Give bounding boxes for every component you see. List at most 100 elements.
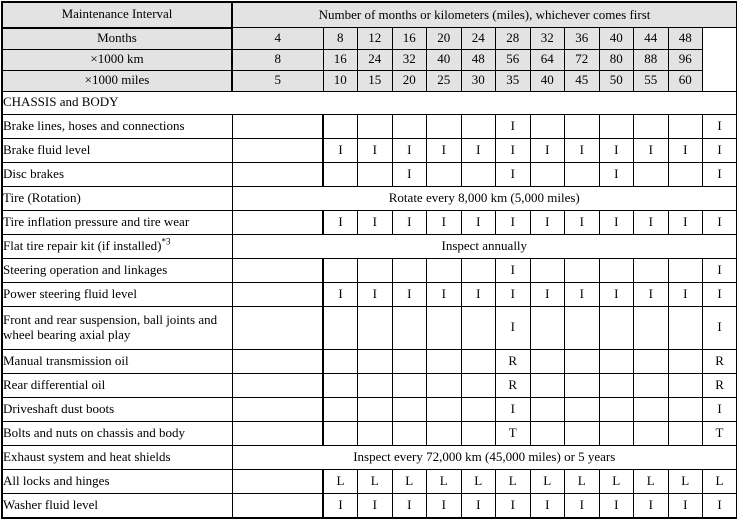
table-row: Bolts and nuts on chassis and bodyTT xyxy=(2,421,737,445)
maintenance-item-label: Bolts and nuts on chassis and body xyxy=(2,421,232,445)
interval-mark-cell xyxy=(461,349,496,373)
interval-mark-cell xyxy=(565,373,600,397)
interval-value: 48 xyxy=(461,49,496,70)
interval-mark-cell: L xyxy=(427,469,462,493)
interval-mark-cell: L xyxy=(323,469,358,493)
interval-mark-cell xyxy=(427,349,462,373)
interval-value: 45 xyxy=(565,70,600,91)
interval-mark-cell xyxy=(358,258,393,282)
item-label-text: Steering operation and linkages xyxy=(3,262,167,277)
maintenance-item-label: Power steering fluid level xyxy=(2,282,232,306)
interval-mark-cell: I xyxy=(599,493,634,518)
interval-mark-cell xyxy=(530,349,565,373)
interval-mark-cell: I xyxy=(530,138,565,162)
table-row: Steering operation and linkagesII xyxy=(2,258,737,282)
interval-mark-cell xyxy=(668,397,703,421)
interval-value: 16 xyxy=(323,49,358,70)
interval-mark-cell xyxy=(461,306,496,349)
interval-value: 15 xyxy=(358,70,393,91)
interval-mark-cell xyxy=(530,373,565,397)
interval-mark-cell xyxy=(392,306,427,349)
interval-value: 32 xyxy=(530,28,565,50)
section-header-row: CHASSIS and BODY xyxy=(2,91,737,114)
interval-value: 24 xyxy=(461,28,496,50)
interval-mark-cell: I xyxy=(323,282,358,306)
interval-mark-cell xyxy=(565,258,600,282)
maintenance-item-label: Tire inflation pressure and tire wear xyxy=(2,210,232,234)
interval-value: 80 xyxy=(599,49,634,70)
interval-mark-cell xyxy=(530,421,565,445)
interval-mark-cell: I xyxy=(323,138,358,162)
interval-mark-cell: I xyxy=(530,282,565,306)
interval-mark-cell: I xyxy=(461,210,496,234)
interval-note: Rotate every 8,000 km (5,000 miles) xyxy=(232,186,737,210)
table-row: Power steering fluid levelIIIIIIIIIIII xyxy=(2,282,737,306)
interval-value: 72 xyxy=(565,49,600,70)
interval-mark-cell: I xyxy=(427,138,462,162)
interval-mark-cell: I xyxy=(565,493,600,518)
interval-mark-cell: I xyxy=(703,258,737,282)
interval-mark-cell xyxy=(358,162,393,186)
interval-mark-cell xyxy=(323,114,358,138)
interval-header-label: Number of months or kilometers (miles), … xyxy=(232,2,737,28)
interval-mark-cell: T xyxy=(703,421,737,445)
interval-mark-cell xyxy=(668,162,703,186)
interval-value: 40 xyxy=(530,70,565,91)
interval-mark-cell xyxy=(358,421,393,445)
maintenance-item-label: Driveshaft dust boots xyxy=(2,397,232,421)
interval-mark-cell xyxy=(565,162,600,186)
unit-spacer-cell xyxy=(232,138,323,162)
interval-value: 8 xyxy=(323,28,358,50)
interval-mark-cell: R xyxy=(703,373,737,397)
interval-value: 25 xyxy=(427,70,462,91)
interval-mark-cell xyxy=(358,373,393,397)
table-row: Driveshaft dust bootsII xyxy=(2,397,737,421)
interval-value: 50 xyxy=(599,70,634,91)
interval-mark-cell: I xyxy=(392,162,427,186)
interval-value: 10 xyxy=(323,70,358,91)
item-label-text: Exhaust system and heat shields xyxy=(3,449,171,464)
section-title: CHASSIS and BODY xyxy=(2,91,737,114)
interval-mark-cell xyxy=(668,114,703,138)
item-label-text: Tire (Rotation) xyxy=(3,190,81,205)
interval-mark-cell xyxy=(530,162,565,186)
interval-mark-cell xyxy=(634,421,669,445)
interval-mark-cell xyxy=(530,397,565,421)
interval-mark-cell: L xyxy=(530,469,565,493)
interval-mark-cell: I xyxy=(634,493,669,518)
interval-value: 96 xyxy=(668,49,703,70)
table-row: Front and rear suspension, ball joints a… xyxy=(2,306,737,349)
maintenance-item-label: Rear differential oil xyxy=(2,373,232,397)
interval-mark-cell xyxy=(358,349,393,373)
item-label-text: All locks and hinges xyxy=(3,473,110,488)
interval-mark-cell xyxy=(358,114,393,138)
unit-spacer-cell xyxy=(232,397,323,421)
interval-value: 5 xyxy=(232,70,323,91)
unit-rows: Months4812162024283236404448×1000 km8162… xyxy=(2,28,737,92)
interval-mark-cell xyxy=(392,421,427,445)
unit-spacer-cell xyxy=(232,349,323,373)
interval-value: 30 xyxy=(461,70,496,91)
interval-mark-cell: I xyxy=(496,397,531,421)
interval-mark-cell xyxy=(599,349,634,373)
unit-spacer-cell xyxy=(232,421,323,445)
maintenance-item-label: Washer fluid level xyxy=(2,493,232,518)
interval-mark-cell xyxy=(565,397,600,421)
maintenance-item-label: All locks and hinges xyxy=(2,469,232,493)
item-label-text: Power steering fluid level xyxy=(3,286,137,301)
unit-label: ×1000 km xyxy=(2,49,232,70)
interval-mark-cell xyxy=(323,162,358,186)
interval-mark-cell: I xyxy=(496,162,531,186)
header-row-1000-km: ×1000 km81624324048566472808896 xyxy=(2,49,737,70)
interval-value: 20 xyxy=(392,70,427,91)
interval-mark-cell xyxy=(427,421,462,445)
unit-spacer-cell xyxy=(232,162,323,186)
footnote-marker: *3 xyxy=(161,236,170,246)
interval-mark-cell: L xyxy=(565,469,600,493)
header-row-months: Months4812162024283236404448 xyxy=(2,28,737,50)
interval-mark-cell xyxy=(427,114,462,138)
interval-mark-cell xyxy=(634,306,669,349)
table-row: Tire inflation pressure and tire wearIII… xyxy=(2,210,737,234)
maintenance-item-label: Tire (Rotation) xyxy=(2,186,232,210)
interval-value: 24 xyxy=(358,49,393,70)
